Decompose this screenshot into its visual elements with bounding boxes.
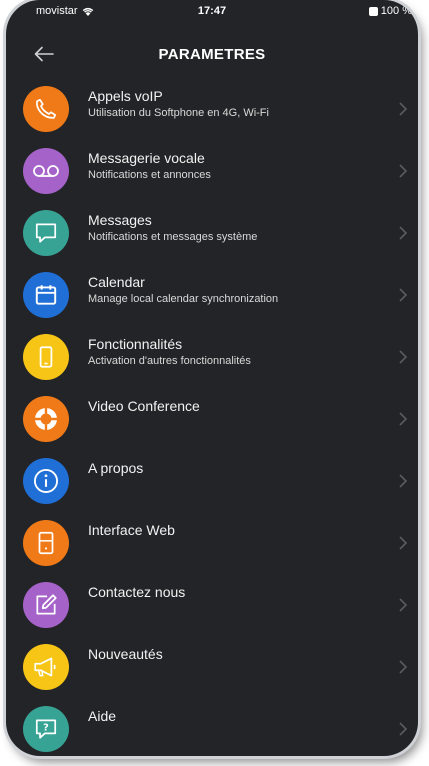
settings-item-contactez-nous[interactable]: Contactez nous <box>6 576 418 638</box>
web-device-icon <box>23 520 69 566</box>
settings-item-subtitle: Notifications et annonces <box>88 169 211 181</box>
header: PARAMETRES <box>6 38 418 74</box>
settings-item-appels-voip[interactable]: Appels voIP Utilisation du Softphone en … <box>6 80 418 142</box>
svg-text:?: ? <box>43 723 49 734</box>
settings-item-aide[interactable]: ? Aide <box>6 700 418 756</box>
settings-item-calendar[interactable]: Calendar Manage local calendar synchroni… <box>6 266 418 328</box>
chevron-right-icon <box>399 288 408 302</box>
status-time: 17:47 <box>197 5 227 17</box>
status-bar: movistar 17:47 100 % <box>6 0 418 22</box>
video-conference-icon <box>23 396 69 442</box>
info-icon <box>23 458 69 504</box>
settings-item-subtitle: Notifications et messages système <box>88 231 258 243</box>
settings-item-video-conference[interactable]: Video Conference <box>6 390 418 452</box>
settings-item-title: Video Conference <box>88 398 200 414</box>
battery-level: 100 % <box>380 5 412 17</box>
settings-item-title: Aide <box>88 708 117 724</box>
settings-item-title: Messages <box>88 212 152 228</box>
chat-bubble-icon <box>23 210 69 256</box>
megaphone-icon <box>23 644 69 690</box>
chevron-right-icon <box>399 536 408 550</box>
settings-item-subtitle: Utilisation du Softphone en 4G, Wi-Fi <box>88 107 269 119</box>
chevron-right-icon <box>399 164 408 178</box>
calendar-icon <box>23 272 69 318</box>
settings-item-title: Interface Web <box>88 522 175 538</box>
settings-item-title: Fonctionnalités <box>88 336 183 352</box>
chevron-right-icon <box>399 412 408 426</box>
settings-item-title: Messagerie vocale <box>88 150 205 166</box>
settings-item-interface-web[interactable]: Interface Web <box>6 514 418 576</box>
chevron-right-icon <box>399 474 408 488</box>
chevron-right-icon <box>399 350 408 364</box>
settings-item-fonctionnalites[interactable]: Fonctionnalités Activation d'autres fonc… <box>6 328 418 390</box>
chevron-right-icon <box>399 660 408 674</box>
chevron-right-icon <box>399 102 408 116</box>
settings-item-subtitle: Manage local calendar synchronization <box>88 293 279 305</box>
phone-icon <box>23 86 69 132</box>
battery-info: 100 % <box>368 5 412 17</box>
mobile-device-icon <box>23 334 69 380</box>
settings-item-title: Contactez nous <box>88 584 186 600</box>
page-title: PARAMETRES <box>158 46 266 63</box>
edit-icon <box>23 582 69 628</box>
settings-item-a-propos[interactable]: A propos <box>6 452 418 514</box>
settings-item-messages[interactable]: Messages Notifications et messages systè… <box>6 204 418 266</box>
chevron-right-icon <box>399 598 408 612</box>
settings-item-subtitle: Activation d'autres fonctionnalités <box>88 355 251 367</box>
settings-item-title: Appels voIP <box>88 88 163 104</box>
phone-frame: movistar 17:47 100 % PARAMETRES Appels v… <box>6 0 418 756</box>
settings-item-title: A propos <box>88 460 144 476</box>
settings-item-nouveautes[interactable]: Nouveautés <box>6 638 418 700</box>
settings-item-title: Nouveautés <box>88 646 163 662</box>
settings-item-title: Calendar <box>88 274 145 290</box>
help-icon: ? <box>23 706 69 752</box>
settings-item-messagerie-vocale[interactable]: Messagerie vocale Notifications et annon… <box>6 142 418 204</box>
chevron-right-icon <box>399 722 408 736</box>
chevron-right-icon <box>399 226 408 240</box>
voicemail-icon <box>23 148 69 194</box>
battery-icon <box>368 6 378 16</box>
